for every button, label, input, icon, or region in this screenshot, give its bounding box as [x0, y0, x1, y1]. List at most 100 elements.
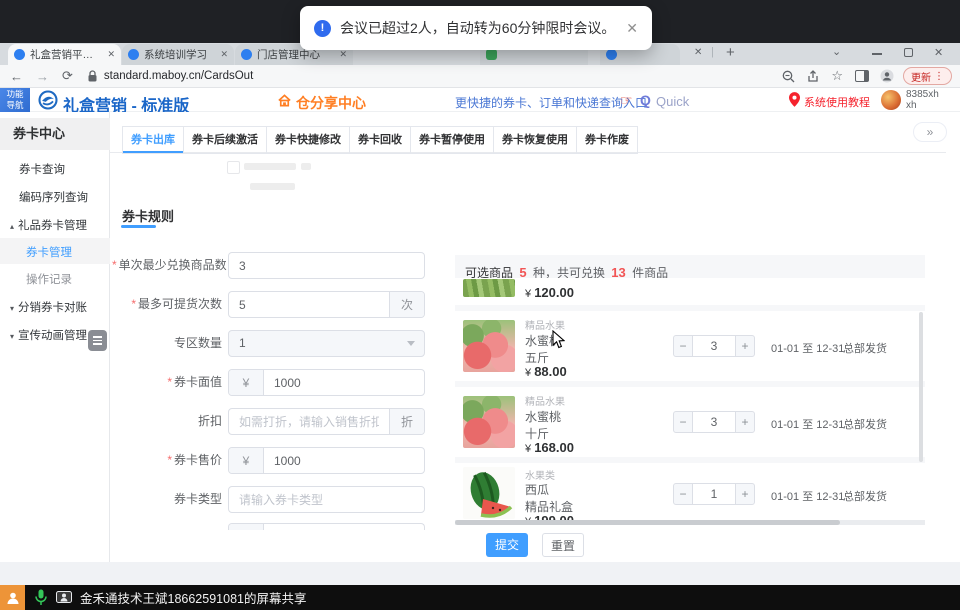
- browser-tab-2[interactable]: 系统培训学习 ✕: [122, 44, 234, 65]
- product-name: 水蜜桃: [525, 408, 561, 425]
- share-center-link[interactable]: 仓分享中心: [296, 93, 366, 113]
- tab-close-icon[interactable]: ✕: [694, 47, 702, 58]
- participant-icon[interactable]: [0, 585, 25, 610]
- browser-update-button[interactable]: 更新 ⋮: [903, 67, 952, 85]
- sidebar-group-promo-animation[interactable]: ▾宣传动画管理: [10, 327, 87, 343]
- select-zone-count[interactable]: 1: [228, 330, 425, 357]
- tab-quick-modify[interactable]: 券卡快捷修改: [266, 126, 349, 153]
- sidebar-item-card-query[interactable]: 券卡查询: [19, 161, 65, 177]
- tab-cards-out[interactable]: 券卡出库: [122, 126, 183, 153]
- sidebar-group-gift-card-mgmt[interactable]: ▴礼品券卡管理: [10, 217, 87, 233]
- microphone-icon[interactable]: [34, 589, 48, 606]
- url-text[interactable]: standard.maboy.cn/CardsOut: [104, 70, 782, 82]
- stepper-minus-button[interactable]: −: [673, 411, 693, 433]
- quantity-input[interactable]: [693, 336, 735, 356]
- sidebar-item-card-management-label[interactable]: 券卡管理: [26, 244, 72, 260]
- panel-horizontal-scrollbar[interactable]: [455, 520, 840, 525]
- zoom-icon[interactable]: [782, 70, 795, 83]
- tab-card-recycle[interactable]: 券卡回收: [349, 126, 410, 153]
- screenshare-icon[interactable]: [56, 591, 72, 604]
- sidebar-item-operation-log[interactable]: 操作记录: [26, 271, 72, 287]
- input-card-type[interactable]: [228, 486, 425, 513]
- kebab-icon[interactable]: ⋮: [934, 71, 944, 82]
- tab-close-icon[interactable]: ✕: [339, 49, 347, 60]
- product-card-partial[interactable]: ¥ 120.00: [455, 278, 925, 305]
- tab-followup-activate[interactable]: 券卡后续激活: [183, 126, 266, 153]
- sidebar-item-code-sequence-query[interactable]: 编码序列查询: [19, 189, 88, 205]
- user-avatar[interactable]: [881, 90, 901, 110]
- pointer-hand-icon: ☞: [620, 92, 633, 109]
- stepper-minus-button[interactable]: −: [673, 483, 693, 505]
- card-type-input[interactable]: [229, 487, 424, 512]
- stepper-plus-button[interactable]: +: [735, 335, 755, 357]
- collapse-panel-button[interactable]: »: [913, 122, 947, 142]
- stepper-plus-button[interactable]: +: [735, 411, 755, 433]
- product-card[interactable]: 精品水果 水蜜桃 十斤 ¥ 168.00 − + 01-01 至 12-31 总…: [455, 387, 925, 457]
- panel-vertical-scrollbar[interactable]: [919, 312, 923, 462]
- product-date-range: 01-01 至 12-31: [771, 416, 844, 432]
- submit-button[interactable]: 提交: [486, 533, 528, 557]
- browser-tab-1[interactable]: 礼盒营销平台管理中心 ✕: [8, 44, 121, 65]
- input-discount[interactable]: 折: [228, 408, 425, 435]
- product-image: [463, 320, 515, 372]
- product-date-range: 01-01 至 12-31: [771, 340, 844, 356]
- product-card[interactable]: 水果类 西瓜 精品礼盒 ¥ 199.00 − + 01-01 至 12-31 总…: [455, 463, 925, 520]
- tab-search-icon[interactable]: ⌄: [832, 45, 841, 58]
- tab-title: 礼盒营销平台管理中心: [30, 47, 103, 62]
- input-face-value[interactable]: ¥: [228, 369, 425, 396]
- caret-down-icon: ▾: [10, 332, 14, 341]
- new-tab-icon[interactable]: +: [726, 44, 735, 61]
- stepper-plus-button[interactable]: +: [735, 483, 755, 505]
- min-exchange-input[interactable]: [229, 253, 424, 278]
- input-max-pickups[interactable]: 次: [228, 291, 425, 318]
- profile-icon[interactable]: [880, 69, 894, 83]
- toast-close-icon[interactable]: ✕: [626, 20, 638, 37]
- tutorial-link[interactable]: 系统使用教程: [804, 94, 870, 110]
- tab-card-pause[interactable]: 券卡暂停使用: [410, 126, 493, 153]
- sale-price-input[interactable]: [264, 448, 424, 473]
- tab-card-void[interactable]: 券卡作废: [576, 126, 638, 153]
- max-pickups-input[interactable]: [229, 292, 389, 317]
- sidebar-collapse-handle[interactable]: [88, 330, 107, 351]
- share-icon[interactable]: [807, 70, 819, 83]
- checkbox-icon[interactable]: [227, 161, 240, 174]
- currency: ¥: [525, 288, 531, 300]
- reset-button[interactable]: 重置: [542, 533, 584, 557]
- reload-icon[interactable]: ⟳: [62, 68, 73, 84]
- price-value: 199.00: [534, 513, 574, 520]
- sidebar-group-label: 礼品券卡管理: [18, 220, 87, 232]
- face-value-input[interactable]: [264, 370, 424, 395]
- stepper-value[interactable]: [693, 483, 735, 505]
- select-value: 1: [229, 331, 407, 356]
- tab-favicon: [14, 49, 25, 60]
- stepper-value[interactable]: [693, 335, 735, 357]
- tab-close-icon[interactable]: ✕: [220, 49, 228, 60]
- double-arrow-icon: »: [927, 125, 934, 139]
- stepper-value[interactable]: [693, 411, 735, 433]
- maximize-icon[interactable]: [904, 48, 913, 57]
- user-id: 8385xh: [906, 89, 939, 100]
- quick-search-icon[interactable]: Q: [640, 92, 651, 108]
- function-nav-toggle[interactable]: 功能 导航: [0, 88, 30, 112]
- discount-input[interactable]: [229, 409, 389, 434]
- product-card[interactable]: 精品水果 水蜜桃 五斤 ¥ 88.00 − + 01-01 至 12-31 总部…: [455, 311, 925, 381]
- stepper-minus-button[interactable]: −: [673, 335, 693, 357]
- bookmark-star-icon[interactable]: ☆: [831, 68, 843, 84]
- back-icon[interactable]: ←: [10, 69, 23, 84]
- quantity-input[interactable]: [693, 412, 735, 432]
- quick-label[interactable]: Quick: [656, 94, 689, 109]
- label-text: 最多可提货次数: [138, 297, 222, 311]
- sidebar-group-distribution-reconcile[interactable]: ▾分销券卡对账: [10, 299, 87, 315]
- product-price: ¥ 199.00: [525, 513, 574, 520]
- input-sale-price[interactable]: ¥: [228, 447, 425, 474]
- field-label-sale-price: *券卡售价: [112, 447, 222, 474]
- forward-icon[interactable]: →: [36, 69, 49, 84]
- input-min-exchange[interactable]: [228, 252, 425, 279]
- window-close-icon[interactable]: ✕: [934, 46, 943, 59]
- tab-card-resume[interactable]: 券卡恢复使用: [493, 126, 576, 153]
- side-panel-icon[interactable]: [855, 70, 869, 82]
- minimize-icon[interactable]: [872, 53, 882, 55]
- tab-divider: |: [711, 46, 714, 58]
- quantity-input[interactable]: [693, 484, 735, 504]
- tab-close-icon[interactable]: ✕: [107, 49, 115, 60]
